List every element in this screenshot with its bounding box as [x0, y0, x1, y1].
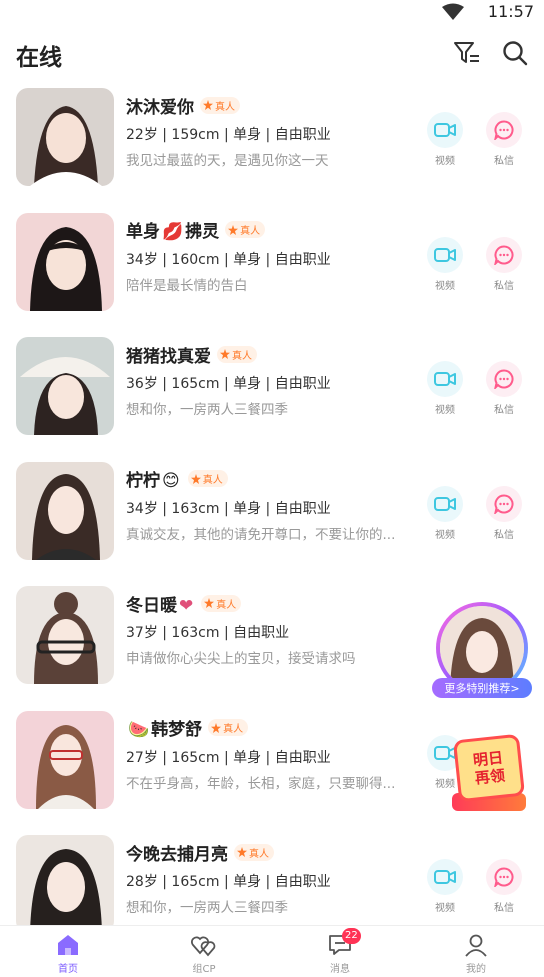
list-item[interactable]: 柠柠 😊 真人 34岁 | 163cm | 单身 | 自由职业 真诚交友，其他的请…	[0, 460, 544, 585]
video-icon	[434, 247, 456, 262]
user-info: 22岁 | 159cm | 单身 | 自由职业	[126, 127, 331, 143]
user-desc: 申请做你心尖尖上的宝贝，接受请求吗	[126, 651, 356, 667]
search-icon[interactable]	[502, 40, 528, 66]
page-title: 在线	[16, 45, 62, 71]
chat-bubble-icon	[494, 369, 514, 389]
avatar[interactable]	[16, 212, 114, 311]
message-button[interactable]: 私信	[484, 236, 524, 292]
clock: 11:57	[487, 2, 534, 21]
message-button[interactable]: 私信	[484, 361, 524, 416]
real-person-badge: 真人	[234, 843, 274, 861]
real-person-badge: 真人	[201, 594, 242, 612]
video-call-button[interactable]: 视频	[425, 485, 465, 541]
user-name: 沐沐爱你	[126, 97, 194, 118]
user-name: 今晚去捕月亮	[126, 844, 228, 865]
avatar[interactable]	[16, 461, 114, 560]
chat-bubble-icon	[494, 867, 514, 887]
user-desc: 想和你，一房两人三餐四季	[126, 402, 288, 418]
status-bar: 11:57	[0, 0, 544, 24]
user-list: 沐沐爱你 真人 22岁 | 159cm | 单身 | 自由职业 我见过最蓝的天，…	[0, 86, 544, 958]
list-item[interactable]: 单身 💋 拂灵 真人 34岁 | 160cm | 单身 | 自由职业 陪伴是最长情的…	[0, 211, 544, 336]
real-person-badge: 真人	[217, 345, 257, 363]
person-icon	[465, 934, 487, 957]
user-info: 36岁 | 165cm | 单身 | 自由职业	[126, 376, 331, 392]
daily-reward-coupon[interactable]: 明日 再领	[452, 733, 526, 815]
real-person-badge: 真人	[208, 719, 249, 736]
avatar[interactable]	[16, 88, 114, 186]
message-button[interactable]: 私信	[484, 485, 524, 541]
tab-messages[interactable]: 22 消息	[272, 926, 408, 977]
video-icon	[434, 496, 456, 511]
star-icon	[211, 722, 222, 733]
star-icon	[220, 349, 230, 359]
user-desc: 我见过最蓝的天，是遇见你这一天	[126, 153, 329, 169]
star-icon	[204, 598, 215, 608]
user-name: 🍉 韩梦舒	[128, 720, 203, 740]
star-icon	[190, 473, 201, 484]
user-info: 34岁 | 160cm | 单身 | 自由职业	[126, 251, 331, 268]
user-name: 冬日暖 ❤	[126, 595, 194, 616]
user-desc: 陪伴是最长情的告白	[126, 277, 248, 294]
user-info: 34岁 | 163cm | 单身 | 自由职业	[126, 500, 331, 517]
real-person-badge: 真人	[200, 96, 240, 114]
user-info: 37岁 | 163cm | 自由职业	[126, 625, 290, 641]
bottom-tab-bar: 首页 组CP 22 消息 我的	[0, 925, 544, 977]
video-call-button[interactable]: 视频	[425, 361, 465, 416]
star-icon	[228, 224, 239, 235]
star-icon	[203, 100, 213, 110]
list-item[interactable]: 猪猪找真爱 真人 36岁 | 165cm | 单身 | 自由职业 想和你，一房两…	[0, 335, 544, 460]
user-desc: 想和你，一房两人三餐四季	[126, 900, 288, 916]
video-call-button[interactable]: 视频	[425, 112, 465, 167]
user-desc: 真诚交友，其他的请免开尊口，不要让你的...	[126, 526, 396, 543]
message-button[interactable]: 私信	[484, 112, 524, 167]
avatar[interactable]	[16, 337, 114, 435]
user-name: 单身 💋 拂灵	[126, 222, 220, 242]
video-call-button[interactable]: 视频	[425, 859, 465, 914]
chat-bubble-icon	[494, 244, 514, 265]
user-name: 猪猪找真爱	[126, 346, 211, 367]
more-recommendations-button[interactable]: 更多特别推荐>	[432, 678, 532, 698]
tab-home[interactable]: 首页	[0, 926, 136, 977]
user-info: 27岁 | 165cm | 单身 | 自由职业	[126, 749, 331, 766]
filter-icon[interactable]	[453, 40, 481, 66]
user-desc: 不在乎身高，年龄，长相，家庭，只要聊得...	[126, 775, 396, 792]
tab-profile[interactable]: 我的	[408, 926, 544, 977]
message-button[interactable]: 私信	[484, 859, 524, 914]
header: 在线	[0, 28, 544, 78]
list-item[interactable]: 沐沐爱你 真人 22岁 | 159cm | 单身 | 自由职业 我见过最蓝的天，…	[0, 86, 544, 211]
tab-cp[interactable]: 组CP	[136, 926, 272, 977]
real-person-badge: 真人	[225, 221, 266, 238]
featured-recommendation[interactable]: 更多特别推荐>	[432, 600, 532, 700]
user-name: 柠柠 😊	[126, 471, 180, 491]
video-icon	[434, 870, 456, 884]
avatar[interactable]	[16, 710, 114, 809]
home-icon	[58, 935, 78, 955]
video-call-button[interactable]: 视频	[425, 236, 465, 292]
avatar[interactable]	[16, 586, 114, 684]
real-person-badge: 真人	[187, 470, 228, 487]
star-icon	[237, 847, 247, 857]
video-icon	[434, 372, 456, 386]
user-info: 28岁 | 165cm | 单身 | 自由职业	[126, 874, 331, 890]
chat-bubble-icon	[494, 493, 514, 514]
chat-bubble-icon	[494, 120, 514, 140]
avatar[interactable]	[16, 835, 114, 933]
video-icon	[434, 123, 456, 137]
unread-badge: 22	[342, 928, 361, 944]
wifi-icon	[442, 3, 464, 20]
hearts-icon	[191, 936, 216, 957]
